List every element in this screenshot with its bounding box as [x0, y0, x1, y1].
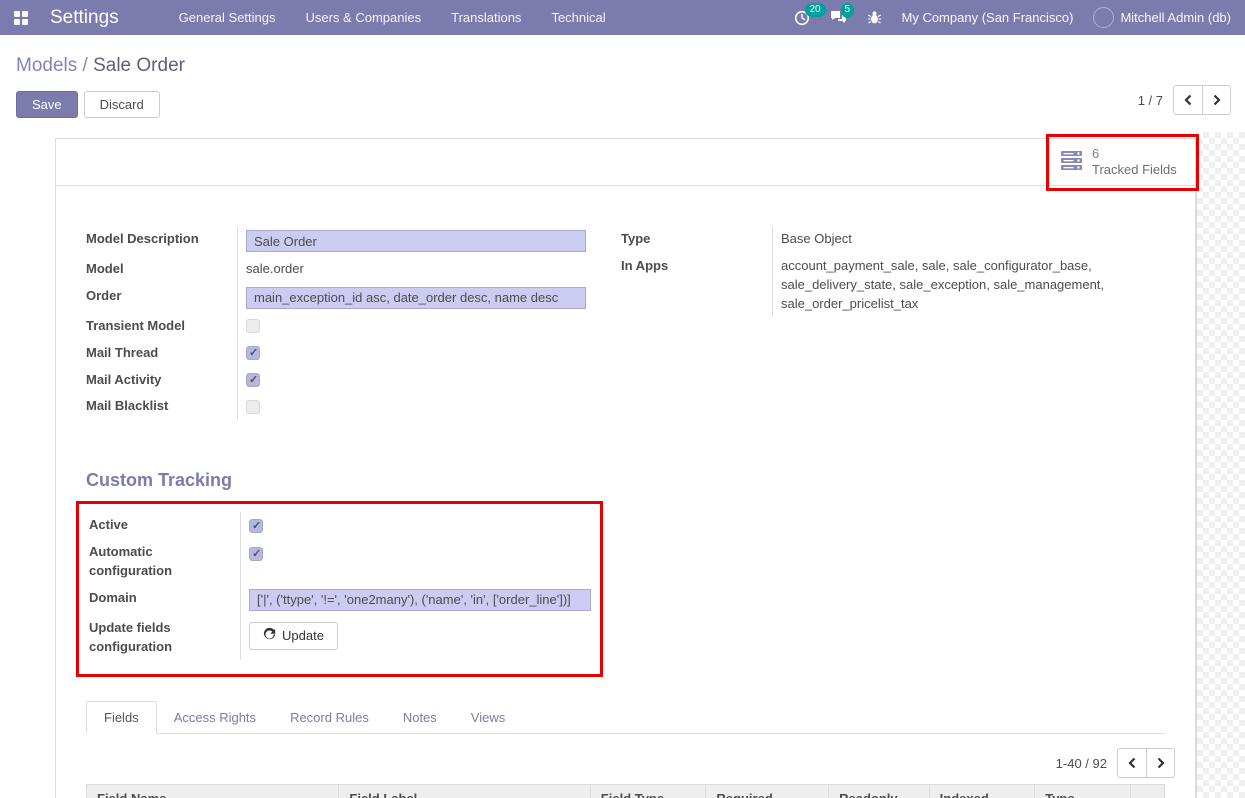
tab-views[interactable]: Views — [454, 702, 522, 733]
model-info-group: Model Description Model sale.order Order… — [86, 226, 591, 420]
type-label: Type — [621, 226, 773, 253]
control-panel: Models / Sale Order Save Discard 1 / 7 — [0, 35, 1245, 132]
mail-activity-checkbox[interactable] — [246, 373, 260, 387]
order-input[interactable] — [246, 287, 586, 309]
transparent-strip — [1196, 132, 1245, 798]
record-pager-previous-button[interactable] — [1173, 85, 1202, 115]
model-description-input[interactable] — [246, 230, 586, 252]
breadcrumb-separator: / — [83, 55, 88, 76]
transient-model-label: Transient Model — [86, 313, 238, 340]
control-panel-buttons: Save Discard — [16, 91, 1229, 118]
bug-icon — [867, 10, 882, 25]
top-navbar: Settings General Settings Users & Compan… — [0, 0, 1245, 35]
mail-thread-checkbox[interactable] — [246, 346, 260, 360]
tab-record-rules[interactable]: Record Rules — [273, 702, 386, 733]
systray: 20 5 My Company (San Francisco) Mitchell… — [794, 7, 1232, 28]
in-apps-value: account_payment_sale, sale, sale_configu… — [773, 253, 1165, 318]
mail-blacklist-label: Mail Blacklist — [86, 393, 238, 420]
discard-button[interactable]: Discard — [84, 91, 160, 118]
transient-model-checkbox[interactable] — [246, 319, 260, 333]
save-button[interactable]: Save — [16, 91, 78, 118]
menu-translations[interactable]: Translations — [451, 10, 521, 25]
column-header-readonly[interactable]: Readonly — [829, 785, 930, 798]
column-header-field-name[interactable]: Field Name — [87, 785, 339, 798]
tracked-fields-icon — [1060, 151, 1083, 173]
record-pager: 1 / 7 — [1138, 85, 1231, 115]
type-info-group: Type Base Object In Apps account_payment… — [621, 226, 1165, 317]
breadcrumb-current: Sale Order — [93, 55, 185, 76]
fields-list-pager: 1-40 / 92 — [86, 748, 1175, 778]
tab-notes[interactable]: Notes — [386, 702, 454, 733]
app-title[interactable]: Settings — [50, 7, 119, 29]
user-avatar — [1093, 7, 1114, 28]
messages-menu[interactable]: 5 — [830, 10, 847, 25]
stat-button-box: 6 Tracked Fields — [56, 139, 1195, 186]
update-button-label: Update — [282, 628, 324, 643]
menu-general-settings[interactable]: General Settings — [179, 10, 276, 25]
model-value: sale.order — [238, 256, 591, 283]
column-header-actions — [1130, 785, 1164, 798]
column-header-required[interactable]: Required — [706, 785, 829, 798]
automatic-configuration-label: Automatic configuration — [89, 539, 241, 585]
annotation-box-custom-tracking: Active Automatic configuration Domain Up… — [76, 501, 603, 677]
odoo-settings-page: Settings General Settings Users & Compan… — [0, 0, 1245, 798]
fields-list-pager-value: 1-40 / 92 — [1056, 756, 1107, 771]
column-header-field-label[interactable]: Field Label — [339, 785, 590, 798]
record-pager-next-button[interactable] — [1202, 85, 1231, 115]
mail-thread-label: Mail Thread — [86, 340, 238, 367]
menu-technical[interactable]: Technical — [551, 10, 605, 25]
fields-list-previous-button[interactable] — [1117, 748, 1146, 778]
tab-access-rights[interactable]: Access Rights — [157, 702, 273, 733]
active-label: Active — [89, 512, 241, 539]
main-menu: General Settings Users & Companies Trans… — [179, 10, 606, 25]
automatic-configuration-checkbox[interactable] — [249, 547, 263, 561]
update-button[interactable]: Update — [249, 622, 338, 650]
order-label: Order — [86, 283, 238, 313]
fields-list-next-button[interactable] — [1146, 748, 1175, 778]
debug-menu[interactable] — [867, 10, 882, 25]
form-sheet: 6 Tracked Fields Model Description Model… — [55, 138, 1196, 798]
notebook-tabs: Fields Access Rights Record Rules Notes … — [86, 701, 1165, 734]
tracked-fields-count: 6 — [1092, 146, 1177, 162]
column-header-type[interactable]: Type — [1035, 785, 1131, 798]
tab-fields[interactable]: Fields — [86, 701, 157, 734]
domain-input[interactable] — [249, 589, 591, 611]
tracked-fields-stat-button[interactable]: 6 Tracked Fields — [1049, 139, 1191, 185]
messages-count-badge: 5 — [841, 3, 855, 18]
in-apps-label: In Apps — [621, 253, 773, 318]
menu-users-companies[interactable]: Users & Companies — [306, 10, 422, 25]
update-fields-configuration-label: Update fields configuration — [89, 615, 241, 661]
column-header-indexed[interactable]: Indexed — [929, 785, 1035, 798]
breadcrumb: Models / Sale Order — [16, 55, 1229, 77]
model-description-label: Model Description — [86, 226, 238, 256]
fields-table: Field Name Field Label Field Type Requir… — [86, 784, 1165, 798]
column-header-field-type[interactable]: Field Type — [590, 785, 706, 798]
tracked-fields-label: Tracked Fields — [1092, 162, 1177, 178]
type-value: Base Object — [773, 226, 1165, 253]
user-menu[interactable]: Mitchell Admin (db) — [1093, 7, 1231, 28]
apps-menu-icon[interactable] — [14, 11, 28, 25]
custom-tracking-heading: Custom Tracking — [86, 470, 1165, 491]
mail-activity-label: Mail Activity — [86, 367, 238, 394]
breadcrumb-models-link[interactable]: Models — [16, 55, 77, 76]
model-label: Model — [86, 256, 238, 283]
fields-table-header-row: Field Name Field Label Field Type Requir… — [87, 785, 1165, 798]
user-name: Mitchell Admin (db) — [1120, 10, 1231, 25]
custom-tracking-group: Active Automatic configuration Domain Up… — [89, 512, 590, 660]
mail-blacklist-checkbox[interactable] — [246, 400, 260, 414]
activities-menu[interactable]: 20 — [794, 10, 810, 26]
activities-count-badge: 20 — [805, 3, 826, 18]
company-switcher[interactable]: My Company (San Francisco) — [902, 10, 1074, 25]
active-checkbox[interactable] — [249, 519, 263, 533]
sheet-body: Model Description Model sale.order Order… — [56, 186, 1195, 798]
domain-label: Domain — [89, 585, 241, 615]
refresh-icon — [263, 628, 276, 644]
record-pager-value: 1 / 7 — [1138, 93, 1163, 108]
